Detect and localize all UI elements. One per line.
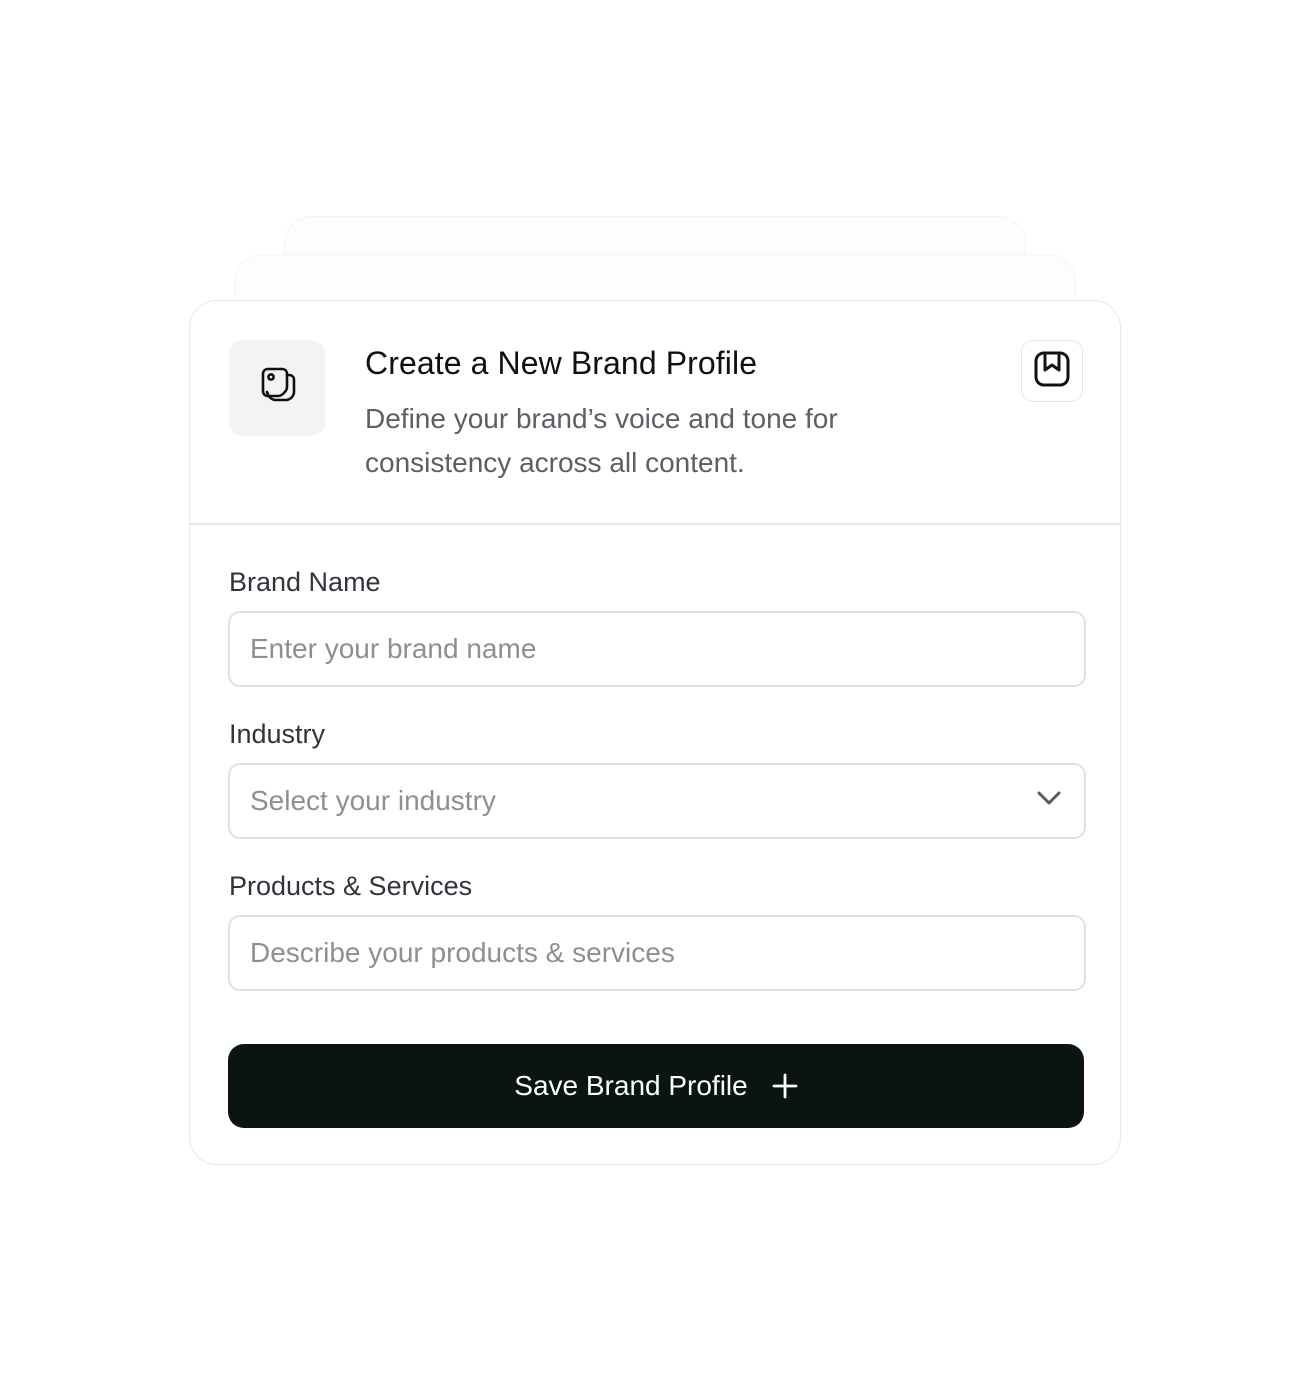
page-title: Create a New Brand Profile <box>365 345 758 381</box>
products-services-input[interactable] <box>228 915 1086 991</box>
page-description: Define your brand’s voice and tone for c… <box>365 403 838 478</box>
brand-profile-card: Create a New Brand Profile Define your b… <box>189 300 1121 1165</box>
industry-label: Industry <box>229 719 326 749</box>
plus-icon <box>772 1073 798 1099</box>
industry-select[interactable]: Select your industry <box>228 763 1086 839</box>
products-services-label: Products & Services <box>229 871 473 901</box>
save-button-label: Save Brand Profile <box>514 1070 748 1101</box>
card-header: Create a New Brand Profile Define your b… <box>190 301 1120 525</box>
brand-icon-tile <box>229 340 325 436</box>
sticker-icon <box>255 364 299 413</box>
brand-name-input[interactable] <box>228 611 1086 687</box>
bookmark-button[interactable] <box>1021 340 1083 402</box>
industry-select-value: Select your industry <box>250 785 496 816</box>
save-brand-profile-button[interactable]: Save Brand Profile <box>228 1044 1084 1128</box>
bookmark-icon <box>1033 350 1071 393</box>
page: Create a New Brand Profile Define your b… <box>0 0 1312 1388</box>
chevron-down-icon <box>1034 783 1064 820</box>
brand-name-label: Brand Name <box>229 567 381 597</box>
